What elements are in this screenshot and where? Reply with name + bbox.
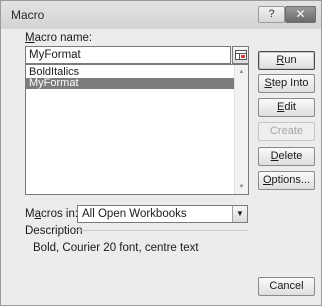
options-label-accel: O: [262, 174, 272, 186]
options-button[interactable]: Options...: [258, 171, 315, 190]
macros-in-label: Macros in:: [25, 208, 78, 220]
description-text: Bold, Courier 20 font, centre text: [33, 242, 199, 254]
delete-label-rest: elete: [278, 150, 303, 162]
macro-name-label-accel: M: [25, 32, 35, 44]
macros-in-value: All Open Workbooks: [82, 208, 187, 220]
create-button[interactable]: Create: [258, 122, 315, 141]
step-into-button[interactable]: Step Into: [258, 74, 315, 93]
close-button[interactable]: ✕: [285, 6, 316, 23]
macros-in-label-rest: cros in:: [41, 208, 79, 220]
macro-dialog: Macro ? ✕ Macro name: MyFormat BoldItali…: [0, 0, 322, 306]
title-bar: Macro ? ✕: [1, 1, 321, 29]
scroll-down-icon[interactable]: ▼: [235, 181, 248, 193]
description-divider: [76, 230, 248, 231]
help-icon: ?: [268, 8, 275, 20]
help-button[interactable]: ?: [258, 6, 285, 23]
range-select-icon: [235, 50, 247, 60]
scroll-up-icon[interactable]: ▲: [235, 66, 248, 78]
run-button[interactable]: Run: [258, 51, 315, 70]
close-icon: ✕: [295, 7, 306, 21]
list-scrollbar[interactable]: ▲ ▼: [234, 65, 248, 194]
edit-label-rest: dit: [284, 101, 296, 113]
step-into-label-rest: tep Into: [271, 77, 309, 89]
macro-name-label: Macro name:: [25, 32, 92, 44]
options-label-rest: ptions...: [271, 174, 311, 186]
macros-in-label-pre: M: [25, 208, 35, 220]
delete-label-accel: D: [270, 150, 279, 162]
delete-button[interactable]: Delete: [258, 147, 315, 166]
dropdown-arrow-icon[interactable]: ▼: [232, 206, 247, 222]
list-item-selected[interactable]: MyFormat: [26, 78, 234, 89]
macro-name-input[interactable]: MyFormat: [25, 46, 231, 64]
cancel-button[interactable]: Cancel: [258, 277, 315, 296]
macro-list[interactable]: BoldItalics MyFormat ▲ ▼: [25, 64, 249, 195]
step-into-label-accel: S: [264, 77, 272, 89]
edit-button[interactable]: Edit: [258, 98, 315, 117]
window-title: Macro: [11, 8, 45, 22]
collapse-dialog-button[interactable]: [232, 46, 249, 64]
macros-in-select[interactable]: All Open Workbooks ▼: [77, 205, 248, 223]
macro-name-label-text: acro name:: [34, 32, 93, 44]
description-label: Description: [25, 225, 83, 237]
run-label-rest: un: [284, 54, 297, 66]
